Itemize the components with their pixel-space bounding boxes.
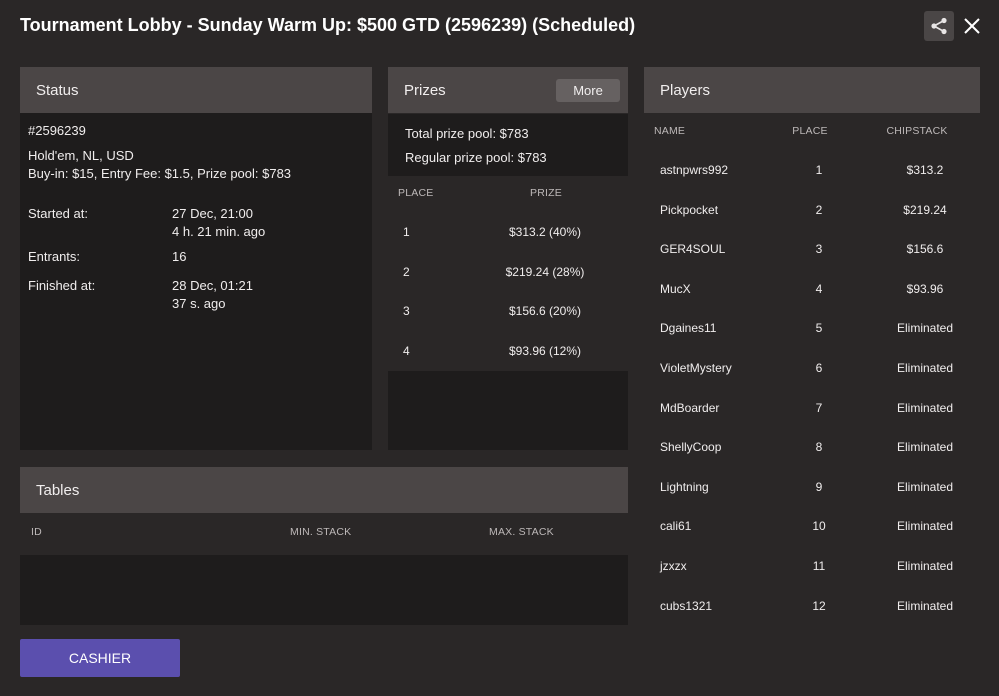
entrants-value: 16 <box>172 249 187 264</box>
prize-place: 1 <box>403 225 410 239</box>
player-chipstack: Eliminated <box>896 480 954 494</box>
window-title: Tournament Lobby - Sunday Warm Up: $500 … <box>20 15 636 35</box>
prize-place: 3 <box>403 304 410 318</box>
player-place: 12 <box>812 599 826 613</box>
player-chipstack: Eliminated <box>896 440 954 454</box>
player-place: 6 <box>815 361 823 375</box>
game-type: Hold'em, NL, USD <box>28 148 134 163</box>
finished-value: 28 Dec, 01:21 <box>172 278 253 293</box>
prize-place: 2 <box>403 265 410 279</box>
tables-list <box>20 555 628 625</box>
player-chipstack: Eliminated <box>896 401 954 415</box>
player-name: MucX <box>660 282 691 296</box>
player-name: Dgaines11 <box>660 321 717 335</box>
cashier-button[interactable]: CASHIER <box>20 639 180 677</box>
total-prize-pool: Total prize pool: $783 <box>405 126 529 141</box>
player-place: 1 <box>815 163 823 177</box>
player-name: astnpwrs992 <box>660 163 729 177</box>
player-chipstack: $313.2 <box>906 163 944 177</box>
prizes-empty-area <box>388 371 628 450</box>
player-name: MdBoarder <box>660 401 720 415</box>
prize-col-place: PLACE <box>398 187 434 199</box>
tournament-id: #2596239 <box>28 123 86 138</box>
player-name: jzxzx <box>660 559 687 573</box>
player-place: 2 <box>815 203 823 217</box>
started-label: Started at: <box>28 206 88 221</box>
player-chipstack: $93.96 <box>906 282 944 296</box>
player-name: GER4SOUL <box>660 242 726 256</box>
close-icon <box>964 18 980 34</box>
started-value: 27 Dec, 21:00 <box>172 206 253 221</box>
finished-label: Finished at: <box>28 278 96 293</box>
player-chipstack: Eliminated <box>896 361 954 375</box>
prize-amount: $93.96 (12%) <box>508 344 582 358</box>
prize-place: 4 <box>403 344 410 358</box>
players-col-place: PLACE <box>792 125 828 137</box>
regular-prize-pool: Regular prize pool: $783 <box>405 150 547 165</box>
player-place: 5 <box>815 321 823 335</box>
players-heading: Players <box>660 81 711 99</box>
prizes-heading: Prizes <box>404 81 446 99</box>
status-panel-header: Status <box>20 67 372 113</box>
player-name: cali61 <box>660 519 692 533</box>
player-chipstack: Eliminated <box>896 519 954 533</box>
tables-panel-header: Tables <box>20 467 628 513</box>
player-chipstack: Eliminated <box>896 321 954 335</box>
tables-col-max-stack: MAX. STACK <box>489 526 554 538</box>
player-place: 7 <box>815 401 823 415</box>
prize-summary <box>388 114 628 176</box>
prize-col-prize: PRIZE <box>530 187 562 199</box>
players-col-name: NAME <box>654 125 686 137</box>
player-name: Pickpocket <box>660 203 719 217</box>
prize-amount: $219.24 (28%) <box>505 265 585 279</box>
player-place: 9 <box>815 480 823 494</box>
player-chipstack: $219.24 <box>903 203 947 217</box>
tables-col-id: ID <box>31 526 42 538</box>
player-name: VioletMystery <box>660 361 732 375</box>
player-name: cubs1321 <box>660 599 713 613</box>
players-panel-header: Players <box>644 67 980 113</box>
player-chipstack: Eliminated <box>896 599 954 613</box>
prize-amount: $313.2 (40%) <box>508 225 582 239</box>
player-name: Lightning <box>660 480 709 494</box>
player-place: 8 <box>815 440 823 454</box>
more-button[interactable]: More <box>556 79 620 102</box>
share-icon <box>931 17 947 35</box>
status-heading: Status <box>36 81 79 99</box>
player-chipstack: Eliminated <box>896 559 954 573</box>
tables-heading: Tables <box>36 481 80 499</box>
players-col-chipstack: CHIPSTACK <box>886 125 948 137</box>
player-place: 4 <box>815 282 823 296</box>
player-place: 3 <box>815 242 823 256</box>
prize-amount: $156.6 (20%) <box>508 304 582 318</box>
entrants-label: Entrants: <box>28 249 81 264</box>
tables-col-min-stack: MIN. STACK <box>290 526 352 538</box>
started-ago: 4 h. 21 min. ago <box>172 224 266 239</box>
share-button[interactable] <box>924 11 954 41</box>
close-button[interactable] <box>960 13 984 39</box>
player-chipstack: $156.6 <box>906 242 944 256</box>
buyin-info: Buy-in: $15, Entry Fee: $1.5, Prize pool… <box>28 166 292 181</box>
finished-ago: 37 s. ago <box>172 296 226 311</box>
player-place: 11 <box>812 559 826 573</box>
player-place: 10 <box>812 519 826 533</box>
player-name: ShellyCoop <box>660 440 722 454</box>
